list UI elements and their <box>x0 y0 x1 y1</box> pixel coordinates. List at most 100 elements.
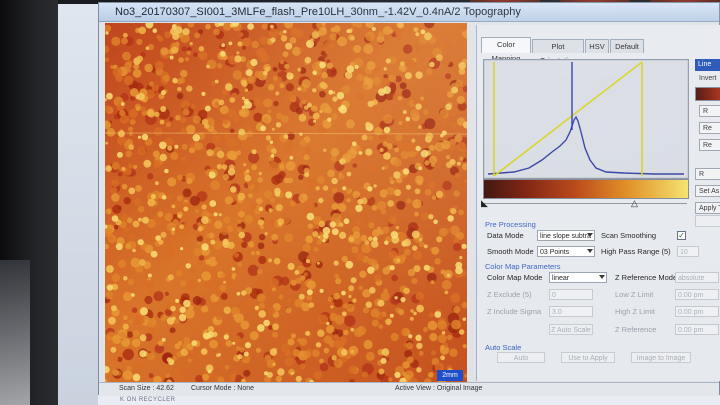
topography-grain <box>240 79 247 86</box>
z-reference-input[interactable]: 0.00 pm <box>675 324 719 335</box>
data-mode-label: Data Mode <box>487 231 524 240</box>
high-z-limit-input[interactable]: 0.00 pm <box>675 306 719 317</box>
tab-plot-orientation[interactable]: Plot Orientation <box>532 39 584 65</box>
topography-grain <box>424 118 436 130</box>
topography-grain <box>329 33 337 41</box>
topography-grain <box>251 149 257 155</box>
topography-grain <box>200 305 209 313</box>
topography-grain <box>117 171 123 177</box>
topography-grain <box>319 81 327 89</box>
topography-grain <box>183 299 191 308</box>
topography-grain <box>316 176 325 184</box>
z-reference-mode-select[interactable]: absolute <box>675 272 719 283</box>
topography-grain <box>223 306 231 314</box>
topography-grain <box>429 61 435 68</box>
topography-grain <box>121 37 128 45</box>
topography-grain <box>394 296 398 300</box>
topography-grain <box>270 24 274 29</box>
topography-grain <box>310 38 314 42</box>
low-z-limit-input[interactable]: 0.00 pm <box>675 289 719 300</box>
topography-grain <box>350 349 355 354</box>
topography-grain <box>135 106 141 111</box>
tab-color-mapping[interactable]: Color Mapping <box>481 37 531 63</box>
window-titlebar[interactable]: No3_20170307_SI001_3MLFe_flash_Pre10LH_3… <box>99 3 719 22</box>
topography-grain <box>121 166 126 172</box>
tab-hsv[interactable]: HSV <box>585 39 609 53</box>
topography-grain <box>201 271 211 281</box>
topography-grain <box>187 280 197 291</box>
topography-grain <box>418 351 424 356</box>
smooth-mode-select[interactable]: 03 Points <box>537 246 595 257</box>
topography-grain <box>397 96 403 101</box>
topography-image[interactable] <box>105 23 467 383</box>
set-as-button[interactable]: Set As <box>695 185 720 197</box>
topography-grain <box>455 266 463 275</box>
topography-grain <box>377 299 385 307</box>
topography-grain <box>195 209 199 214</box>
disabled-button <box>695 215 720 227</box>
side-button-2[interactable]: Re <box>699 122 720 134</box>
topography-grain <box>197 260 203 265</box>
topography-grain <box>197 53 202 58</box>
topography-grain <box>105 31 109 35</box>
side-button-3[interactable]: Re <box>699 139 720 151</box>
topography-grain <box>137 205 145 213</box>
topography-grain <box>423 244 428 249</box>
apply-button[interactable]: Apply T <box>695 202 720 214</box>
topography-grain <box>225 83 233 91</box>
topography-grain <box>318 197 324 204</box>
side-button-4[interactable]: R <box>695 168 720 180</box>
topography-grain <box>365 301 372 308</box>
topography-grain <box>449 348 458 358</box>
histogram-plot[interactable] <box>483 59 689 179</box>
topography-grain <box>175 115 181 121</box>
topography-grain <box>395 133 403 142</box>
z-exclude-input[interactable]: 0 <box>549 289 593 300</box>
topography-grain <box>155 181 159 186</box>
slider-high-handle[interactable]: △ <box>631 198 638 208</box>
topography-grain <box>406 342 414 350</box>
topography-grain <box>235 346 241 351</box>
gradient-swatch[interactable] <box>695 87 720 101</box>
topography-grain <box>146 108 155 117</box>
topography-grain <box>139 350 147 358</box>
slider-low-handle[interactable]: ◣ <box>481 198 488 208</box>
topography-grain <box>160 90 166 96</box>
topography-grain <box>285 161 296 171</box>
topography-grain <box>128 232 135 240</box>
topography-grain <box>312 88 317 93</box>
scan-smoothing-checkbox[interactable]: ✓ <box>677 231 686 240</box>
high-pass-input[interactable]: 10 <box>677 246 699 257</box>
z-include-sigma-input[interactable]: 3.0 <box>549 306 593 317</box>
z-auto-scale-button[interactable]: Z Auto Scale <box>549 324 593 335</box>
topography-grain <box>339 158 346 165</box>
color-range-slider[interactable]: ◣ △ <box>481 198 687 210</box>
topography-grain <box>258 206 264 212</box>
topography-grain <box>248 193 253 199</box>
topography-grain <box>170 152 179 161</box>
topography-grain <box>367 100 374 108</box>
topography-grain <box>164 291 170 296</box>
topography-grain <box>383 126 391 134</box>
topography-grain <box>265 135 272 141</box>
topography-grain <box>280 276 290 286</box>
topography-grain <box>441 330 446 335</box>
topography-grain <box>284 63 290 69</box>
topography-grain <box>170 305 176 312</box>
image-to-image-button[interactable]: Image to Image <box>631 352 691 363</box>
topography-grain <box>273 100 279 107</box>
use-to-apply-button[interactable]: Use to Apply <box>561 352 615 363</box>
topography-grain <box>204 282 211 289</box>
auto-button[interactable]: Auto <box>497 352 545 363</box>
side-button-1[interactable]: R <box>699 105 720 117</box>
data-mode-select[interactable]: line slope subtra <box>537 230 595 241</box>
topography-grain <box>323 335 332 344</box>
topography-grain <box>368 236 373 241</box>
topography-grain <box>358 151 363 155</box>
tab-default[interactable]: Default <box>610 39 644 53</box>
color-map-mode-select[interactable]: linear <box>549 272 607 283</box>
topography-grain <box>213 212 218 217</box>
linear-button[interactable]: Line <box>695 59 720 71</box>
topography-grain <box>319 362 329 372</box>
topography-grain <box>116 151 123 158</box>
